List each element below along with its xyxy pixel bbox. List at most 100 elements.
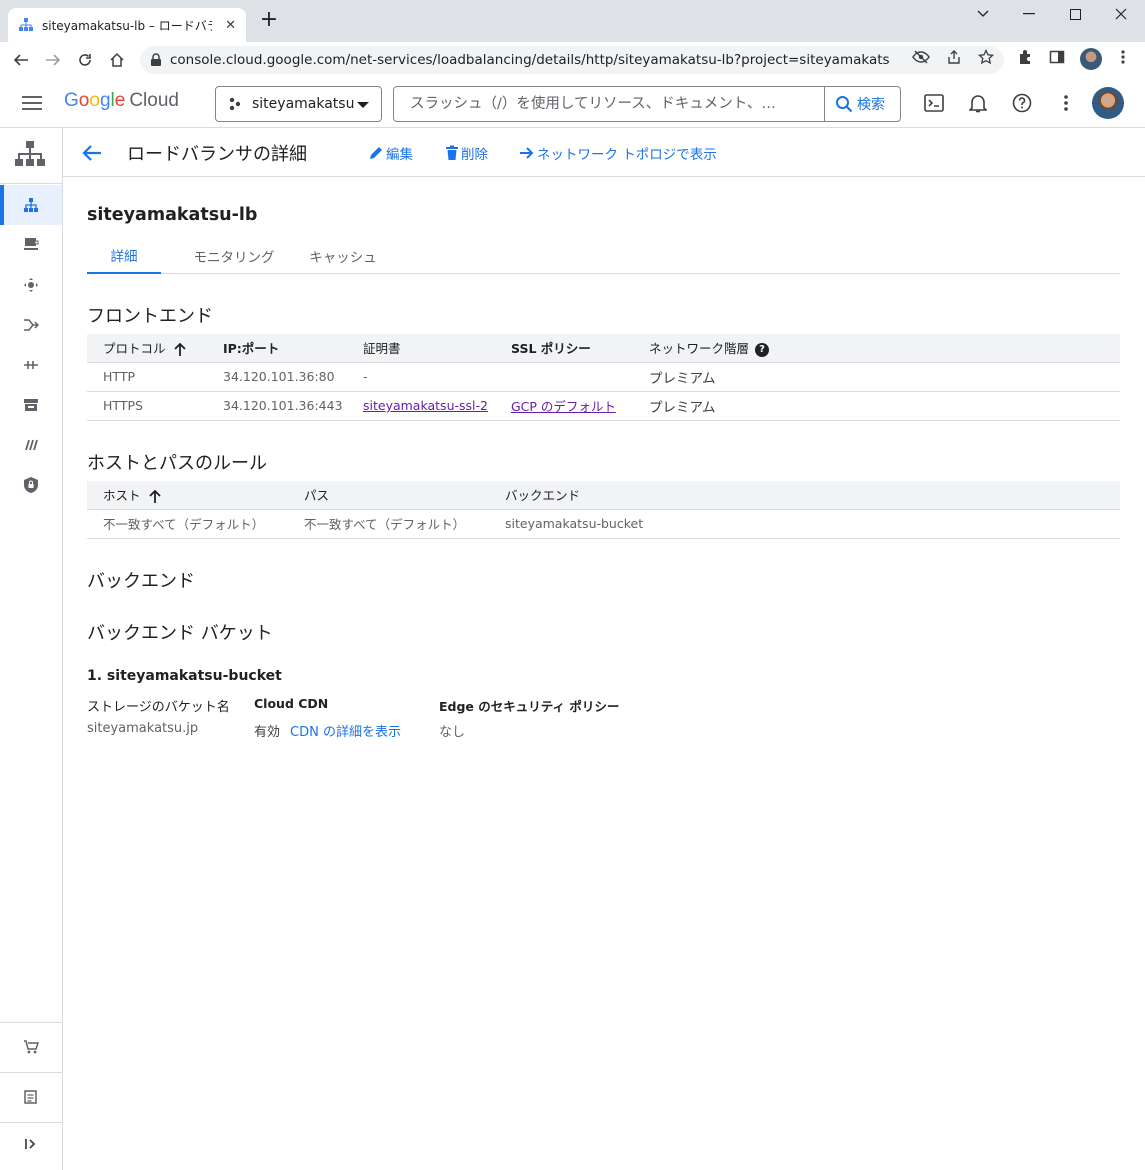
view-network-topology-button[interactable]: ネットワーク トポロジで表示 bbox=[519, 143, 717, 163]
project-selector[interactable]: siteyamakatsu bbox=[215, 86, 382, 122]
host-path-rules-heading: ホストとパスのルール bbox=[87, 453, 267, 474]
dns-icon bbox=[24, 238, 39, 250]
cell-host: 不一致すべて（デフォルト） bbox=[87, 509, 288, 539]
cell-path: 不一致すべて（デフォルト） bbox=[288, 509, 489, 539]
cdn-details-link[interactable]: CDN の詳細を表示 bbox=[290, 725, 401, 740]
rail-item-load-balancing[interactable] bbox=[0, 185, 62, 225]
delete-button[interactable]: 削除 bbox=[445, 143, 488, 163]
rail-item-cloud-nat[interactable] bbox=[0, 305, 62, 345]
rail-item-marketplace[interactable] bbox=[0, 1027, 62, 1067]
url-text: console.cloud.google.com/net-services/lo… bbox=[170, 52, 890, 68]
edge-security-policy-label: Edge のセキュリティ ポリシー bbox=[439, 699, 620, 714]
ssl-policy-link[interactable]: GCP のデフォルト bbox=[511, 399, 616, 414]
google-cloud-logo[interactable]: Google Cloud bbox=[64, 90, 179, 112]
cdn-icon bbox=[24, 278, 38, 292]
hamburger-menu-icon[interactable] bbox=[20, 92, 44, 114]
side-panel-icon[interactable] bbox=[1048, 48, 1066, 66]
rail-item-cloud-cdn[interactable] bbox=[0, 265, 62, 305]
dropdown-caret-icon bbox=[357, 102, 369, 108]
reload-icon[interactable] bbox=[73, 48, 97, 72]
rail-item-traffic-director[interactable] bbox=[0, 345, 62, 385]
edit-button[interactable]: 編集 bbox=[368, 143, 413, 163]
browser-menu-icon[interactable] bbox=[1114, 48, 1132, 66]
page-title: ロードバランサの詳細 bbox=[127, 144, 307, 165]
nat-icon bbox=[24, 319, 39, 331]
column-header-host[interactable]: ホスト bbox=[87, 481, 288, 510]
backend-bucket-heading: バックエンド バケット bbox=[87, 623, 273, 644]
cloud-shell-icon[interactable] bbox=[921, 90, 947, 116]
load-balancing-icon bbox=[24, 198, 38, 212]
search-input[interactable] bbox=[394, 87, 824, 121]
storage-bucket-value: siteyamakatsu.jp bbox=[87, 721, 199, 736]
cell-ssl-policy bbox=[495, 362, 633, 392]
minimize-icon[interactable] bbox=[1006, 4, 1052, 24]
bucket-title: 1. siteyamakatsu-bucket bbox=[87, 668, 282, 684]
frontend-heading: フロントエンド bbox=[87, 306, 213, 327]
arrow-right-icon bbox=[520, 147, 534, 159]
cloud-cdn-value: 有効 CDN の詳細を表示 bbox=[254, 721, 401, 740]
expand-rail-button[interactable] bbox=[0, 1124, 62, 1164]
browser-toolbar: console.cloud.google.com/net-services/lo… bbox=[0, 42, 1145, 78]
table-row: HTTP 34.120.101.36:80 - プレミアム bbox=[87, 362, 1120, 392]
star-icon[interactable] bbox=[977, 48, 995, 66]
table-header-row: プロトコル IP:ポート 証明書 SSL ポリシー ネットワーク階層? bbox=[87, 334, 1120, 363]
search-icon bbox=[836, 96, 853, 113]
frontend-table: プロトコル IP:ポート 証明書 SSL ポリシー ネットワーク階層? HTTP… bbox=[87, 334, 1120, 421]
help-icon[interactable] bbox=[1009, 90, 1035, 116]
rail-item-release-notes[interactable] bbox=[0, 1077, 62, 1117]
expand-icon bbox=[25, 1139, 36, 1149]
address-bar[interactable]: console.cloud.google.com/net-services/lo… bbox=[140, 46, 1004, 74]
help-circle-icon[interactable]: ? bbox=[755, 342, 770, 357]
sort-arrow-up-icon bbox=[148, 489, 161, 503]
service-directory-icon bbox=[24, 399, 38, 411]
extensions-icon[interactable] bbox=[1016, 48, 1034, 66]
release-notes-icon bbox=[24, 1090, 37, 1104]
host-path-rules-table: ホスト パス バックエンド 不一致すべて（デフォルト） 不一致すべて（デフォルト… bbox=[87, 481, 1120, 539]
console-header: GoogleCloud siteyamakatsu 検索 bbox=[0, 78, 1145, 128]
tab-search-chevron-icon[interactable] bbox=[960, 4, 1006, 24]
cell-network-tier: プレミアム bbox=[633, 362, 1120, 392]
tab-monitoring[interactable]: モニタリング bbox=[177, 237, 291, 274]
account-avatar[interactable] bbox=[1092, 87, 1124, 119]
cell-ssl-policy: GCP のデフォルト bbox=[495, 391, 633, 421]
home-icon[interactable] bbox=[105, 48, 129, 72]
tab-details[interactable]: 詳細 bbox=[87, 237, 161, 274]
cell-ip-port: 34.120.101.36:443 bbox=[207, 391, 347, 421]
cdn-status: 有効 bbox=[254, 725, 281, 740]
domains-icon bbox=[25, 439, 38, 451]
page-header: ロードバランサの詳細 編集 削除 ネットワーク トポロジで表示 bbox=[63, 128, 1145, 177]
back-nav-icon[interactable] bbox=[9, 48, 33, 72]
rail-item-cloud-dns[interactable] bbox=[0, 225, 62, 265]
more-options-icon[interactable] bbox=[1053, 90, 1079, 116]
browser-tab[interactable]: siteyamakatsu-lb – ロードバランサの ✕ bbox=[8, 8, 246, 42]
rail-item-cloud-domains[interactable] bbox=[0, 425, 62, 465]
close-window-icon[interactable] bbox=[1098, 4, 1144, 24]
cell-protocol: HTTP bbox=[87, 362, 207, 392]
maximize-icon[interactable] bbox=[1052, 4, 1098, 24]
cell-certificate: - bbox=[347, 362, 495, 392]
search-button[interactable]: 検索 bbox=[824, 87, 895, 121]
share-icon[interactable] bbox=[945, 48, 963, 66]
edge-security-policy-value: なし bbox=[439, 725, 466, 740]
eye-off-icon[interactable] bbox=[912, 48, 930, 66]
traffic-director-icon bbox=[24, 361, 38, 369]
tab-close-icon[interactable]: ✕ bbox=[225, 18, 236, 33]
certificate-link[interactable]: siteyamakatsu-ssl-2 bbox=[363, 398, 488, 413]
rail-divider-bottom-3 bbox=[0, 1122, 62, 1123]
profile-avatar-small[interactable] bbox=[1080, 48, 1102, 70]
tab-title: siteyamakatsu-lb – ロードバランサの bbox=[42, 18, 212, 33]
column-header-protocol[interactable]: プロトコル bbox=[87, 334, 207, 363]
trash-icon bbox=[446, 145, 458, 160]
detail-tabs: 詳細 モニタリング キャッシュ bbox=[87, 237, 1120, 274]
column-header-network-tier: ネットワーク階層? bbox=[633, 334, 1120, 363]
new-tab-button[interactable]: + bbox=[258, 9, 280, 32]
storage-bucket-label: ストレージのバケット名 bbox=[87, 700, 230, 715]
shield-icon bbox=[24, 477, 38, 493]
rail-item-service-directory[interactable] bbox=[0, 385, 62, 425]
forward-nav-icon[interactable] bbox=[41, 48, 65, 72]
load-balancing-favicon-icon bbox=[19, 18, 33, 31]
tab-cache[interactable]: キャッシュ bbox=[303, 237, 383, 274]
notifications-bell-icon[interactable] bbox=[965, 90, 991, 116]
back-arrow-icon[interactable] bbox=[81, 142, 103, 164]
rail-item-cloud-armor[interactable] bbox=[0, 465, 62, 505]
